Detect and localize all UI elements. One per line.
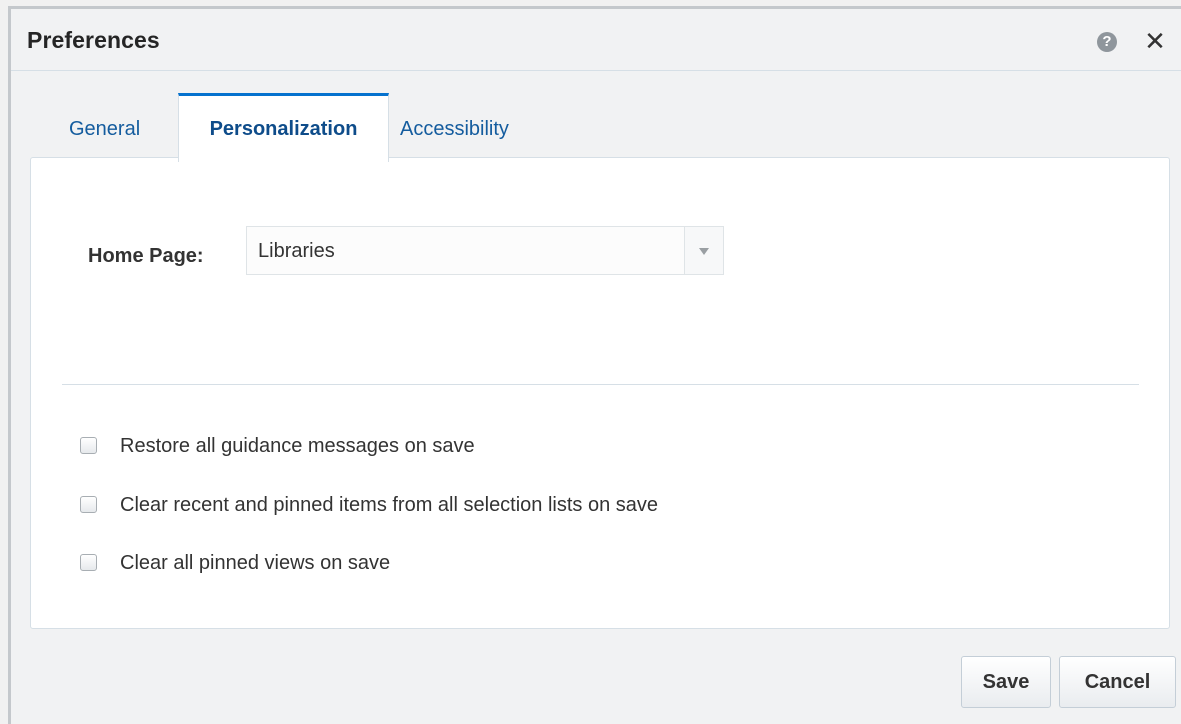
clear-pinned-views-checkbox[interactable]: [80, 554, 97, 571]
cancel-button[interactable]: Cancel: [1059, 656, 1176, 708]
tab-personalization[interactable]: Personalization: [178, 93, 389, 162]
save-button[interactable]: Save: [961, 656, 1051, 708]
clear-pinned-views-label: Clear all pinned views on save: [120, 552, 391, 574]
close-icon[interactable]: ✕: [1142, 28, 1168, 54]
dialog-title: Preferences: [27, 27, 160, 53]
restore-guidance-checkbox[interactable]: [80, 437, 97, 454]
personalization-panel: Home Page: Libraries Restore all guidanc…: [30, 157, 1170, 629]
clear-recent-pinned-items-label: Clear recent and pinned items from all s…: [120, 494, 659, 516]
help-icon[interactable]: ?: [1097, 32, 1117, 52]
clear-recent-pinned-items-checkbox[interactable]: [80, 496, 97, 513]
preferences-dialog: Preferences ? ✕ General Personalization …: [8, 6, 1181, 724]
restore-guidance-label: Restore all guidance messages on save: [120, 435, 475, 457]
home-page-label: Home Page:: [88, 245, 204, 267]
tab-general[interactable]: General: [69, 93, 140, 160]
tab-accessibility[interactable]: Accessibility: [400, 93, 509, 160]
chevron-down-icon: [699, 248, 709, 255]
home-page-dropdown-button[interactable]: [684, 227, 723, 274]
section-divider: [62, 384, 1139, 385]
dialog-header: Preferences ? ✕: [11, 9, 1181, 71]
home-page-select[interactable]: Libraries: [246, 226, 724, 275]
home-page-value: Libraries: [258, 240, 335, 262]
